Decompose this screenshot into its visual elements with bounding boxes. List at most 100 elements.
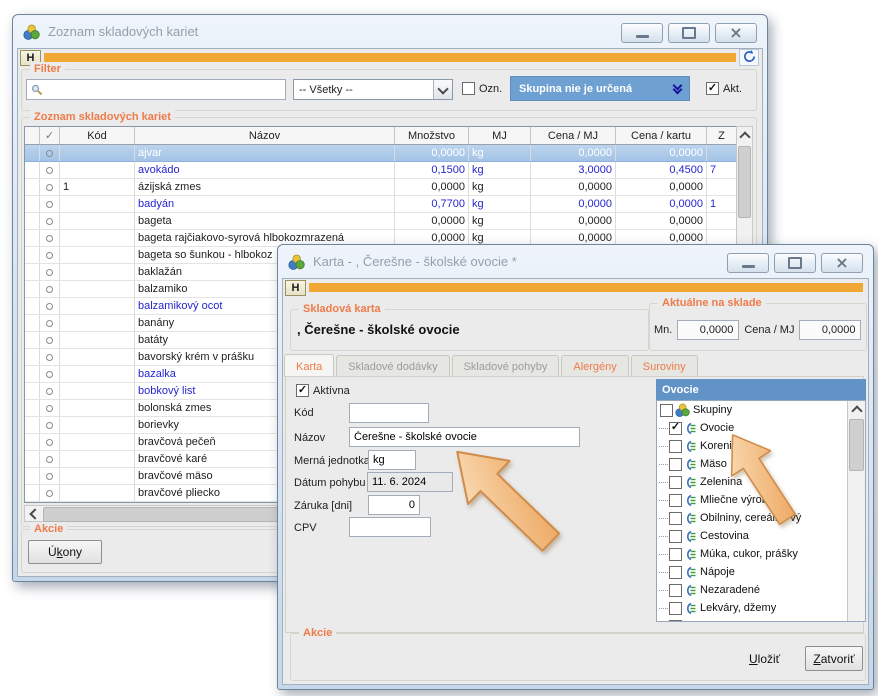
- tree-item-checkbox[interactable]: [669, 584, 682, 597]
- tree-item[interactable]: Mäso: [657, 455, 865, 473]
- tree-item[interactable]: Nápoje: [657, 563, 865, 581]
- cell-mj: kg: [469, 196, 531, 212]
- filter-type-dropdown[interactable]: -- Všetky --: [293, 79, 453, 100]
- aktivna-checkbox[interactable]: ✓: [296, 384, 309, 397]
- minimize-button[interactable]: [727, 253, 769, 273]
- table-row[interactable]: 1ázijská zmes0,0000kg0,00000,0000: [25, 179, 737, 196]
- refresh-button[interactable]: [739, 49, 759, 66]
- tab-karta[interactable]: Karta: [284, 354, 334, 377]
- app-icon: [23, 24, 40, 40]
- history-button[interactable]: H: [285, 280, 306, 296]
- tab-skladove-pohyby[interactable]: Skladové pohyby: [452, 355, 560, 377]
- stock-card-titlebar[interactable]: Karta - , Čerešne - školské ovocie * ×: [278, 245, 873, 278]
- row-marker-icon: [46, 201, 53, 208]
- tree-item[interactable]: Koreniny: [657, 437, 865, 455]
- column-header[interactable]: Názov: [135, 127, 395, 144]
- group-filter-button[interactable]: Skupina nie je určená: [510, 76, 690, 101]
- row-marker-icon: [46, 252, 53, 259]
- tree-item-checkbox[interactable]: [669, 530, 682, 543]
- tree-item[interactable]: Lekváry, džemy: [657, 599, 865, 617]
- tree-item-checkbox[interactable]: [669, 548, 682, 561]
- dropdown-arrow-button[interactable]: [433, 80, 452, 99]
- column-header[interactable]: Cena / kartu: [616, 127, 707, 144]
- row-marker-icon: [46, 405, 53, 412]
- group-icon: [684, 512, 697, 525]
- zaruka-input[interactable]: [368, 495, 420, 515]
- cell-mj: kg: [469, 162, 531, 178]
- cell-kod: [60, 264, 135, 280]
- tree-item-checkbox[interactable]: [669, 620, 682, 623]
- column-header[interactable]: MJ: [469, 127, 531, 144]
- minimize-button[interactable]: [621, 23, 663, 43]
- cpv-input[interactable]: [349, 517, 431, 537]
- tree-item[interactable]: Cestovina: [657, 527, 865, 545]
- tree-item-checkbox[interactable]: ✓: [669, 422, 682, 435]
- tree-item[interactable]: Nezaradené: [657, 581, 865, 599]
- column-header[interactable]: Množstvo: [395, 127, 469, 144]
- tree-item[interactable]: Mliečne výrobky: [657, 491, 865, 509]
- row-spacer: [25, 213, 40, 229]
- cell-mnozstvo: 0,0000: [395, 145, 469, 161]
- tree-item[interactable]: Obilniny, cereálne vý: [657, 509, 865, 527]
- cell-kod: [60, 383, 135, 399]
- cell-kod: [60, 196, 135, 212]
- row-marker-cell: [40, 485, 60, 501]
- cell-cena-mj: 3,0000: [531, 162, 616, 178]
- scroll-up-arrow[interactable]: [737, 127, 752, 143]
- tree-item[interactable]: [657, 617, 865, 622]
- column-header[interactable]: Kód: [60, 127, 135, 144]
- column-header[interactable]: Z: [707, 127, 737, 144]
- datum-pohybu-input[interactable]: [367, 472, 453, 492]
- row-marker-cell: [40, 400, 60, 416]
- app-icon: [288, 254, 305, 270]
- tab-suroviny[interactable]: Suroviny: [631, 355, 698, 377]
- tab-alergeny[interactable]: Alergény: [561, 355, 628, 377]
- akt-checkbox[interactable]: ✓: [706, 82, 719, 95]
- tree-branch-line: [659, 572, 668, 573]
- tree-item-checkbox[interactable]: [669, 512, 682, 525]
- tree-item[interactable]: Zelenina: [657, 473, 865, 491]
- row-marker-icon: [46, 235, 53, 242]
- tree-item[interactable]: ✓Ovocie: [657, 419, 865, 437]
- tab-skladove-dodavky[interactable]: Skladové dodávky: [336, 355, 449, 377]
- stock-status-label: Aktuálne na sklade: [658, 296, 766, 310]
- row-marker-cell: [40, 332, 60, 348]
- tree-item-checkbox[interactable]: [669, 494, 682, 507]
- zaruka-label: Záruka [dni]: [294, 500, 352, 512]
- filter-search-input[interactable]: [46, 83, 285, 97]
- card-actions-group: Akcie Uložiť Zatvoriť: [290, 633, 866, 681]
- tree-scroll-up-arrow[interactable]: [848, 401, 865, 417]
- nazov-input[interactable]: [349, 427, 580, 447]
- double-chevron-down-icon: [674, 85, 681, 93]
- zatvorit-button[interactable]: Zatvoriť: [805, 646, 863, 671]
- close-button[interactable]: ×: [715, 23, 757, 43]
- maximize-button[interactable]: [774, 253, 816, 273]
- tree-item[interactable]: Múka, cukor, prášky: [657, 545, 865, 563]
- tree-item-checkbox[interactable]: [669, 566, 682, 579]
- table-row[interactable]: ajvar0,0000kg0,00000,0000: [25, 145, 737, 162]
- table-row[interactable]: badyán0,7700kg0,00000,00001: [25, 196, 737, 213]
- stock-list-titlebar[interactable]: Zoznam skladových kariet ×: [13, 15, 767, 48]
- kod-input[interactable]: [349, 403, 429, 423]
- tree-item-checkbox[interactable]: [669, 440, 682, 453]
- merna-jednotka-input[interactable]: [368, 450, 416, 470]
- column-header[interactable]: ✓: [40, 127, 60, 144]
- ozn-checkbox[interactable]: [462, 82, 475, 95]
- tree-scrollbar[interactable]: [847, 401, 865, 621]
- tree-root-item[interactable]: Skupiny: [657, 401, 865, 419]
- vertical-scrollbar-thumb[interactable]: [738, 146, 751, 218]
- tree-scrollbar-thumb[interactable]: [849, 419, 864, 471]
- scroll-left-arrow[interactable]: [25, 506, 41, 521]
- maximize-button[interactable]: [668, 23, 710, 43]
- skupiny-checkbox[interactable]: [660, 404, 673, 417]
- row-marker-icon: [46, 218, 53, 225]
- tree-item-checkbox[interactable]: [669, 602, 682, 615]
- ukony-button[interactable]: Úkony: [28, 540, 102, 564]
- tree-item-checkbox[interactable]: [669, 458, 682, 471]
- tree-item-checkbox[interactable]: [669, 476, 682, 489]
- table-row[interactable]: bageta0,0000kg0,00000,0000: [25, 213, 737, 230]
- column-header[interactable]: Cena / MJ: [531, 127, 616, 144]
- close-button[interactable]: ×: [821, 253, 863, 273]
- ulozit-button[interactable]: Uložiť: [743, 648, 786, 670]
- table-row[interactable]: avokádo0,1500kg3,00000,45007: [25, 162, 737, 179]
